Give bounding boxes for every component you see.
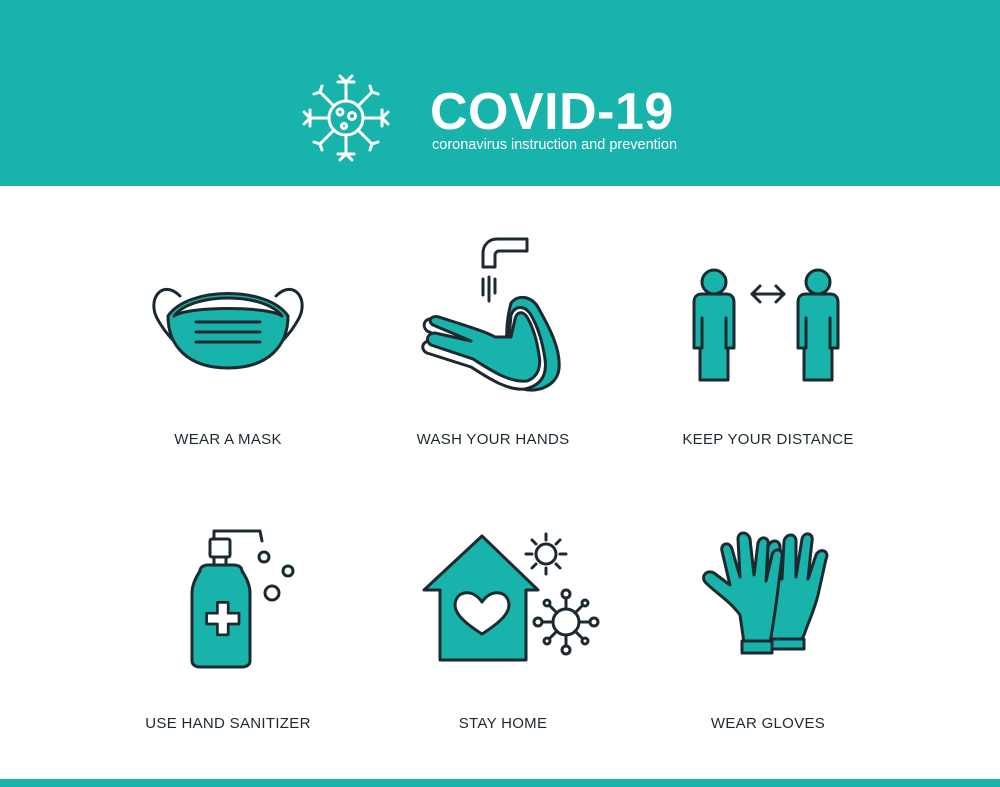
header-banner: COVID-19 coronavirus instruction and pre… xyxy=(0,0,1000,186)
label-stay-home: STAY HOME xyxy=(458,715,548,732)
label-wash-your-hands: WASH YOUR HANDS xyxy=(416,431,570,448)
page-title: COVID-19 xyxy=(430,83,674,141)
label-keep-your-distance: KEEP YOUR DISTANCE xyxy=(682,431,854,448)
social-distance-icon xyxy=(692,268,840,382)
label-wear-a-mask: WEAR A MASK xyxy=(174,431,282,448)
stay-home-icon xyxy=(422,532,600,662)
label-wear-gloves: WEAR GLOVES xyxy=(710,715,826,732)
gloves-icon xyxy=(702,531,829,655)
hand-washing-icon xyxy=(421,237,561,392)
face-mask-icon xyxy=(152,287,304,370)
coronavirus-icon xyxy=(302,74,390,162)
bottom-accent-bar xyxy=(0,779,1000,787)
page-subtitle: coronavirus instruction and prevention xyxy=(432,137,678,153)
hand-sanitizer-icon xyxy=(190,529,295,669)
label-use-hand-sanitizer: USE HAND SANITIZER xyxy=(145,715,311,732)
